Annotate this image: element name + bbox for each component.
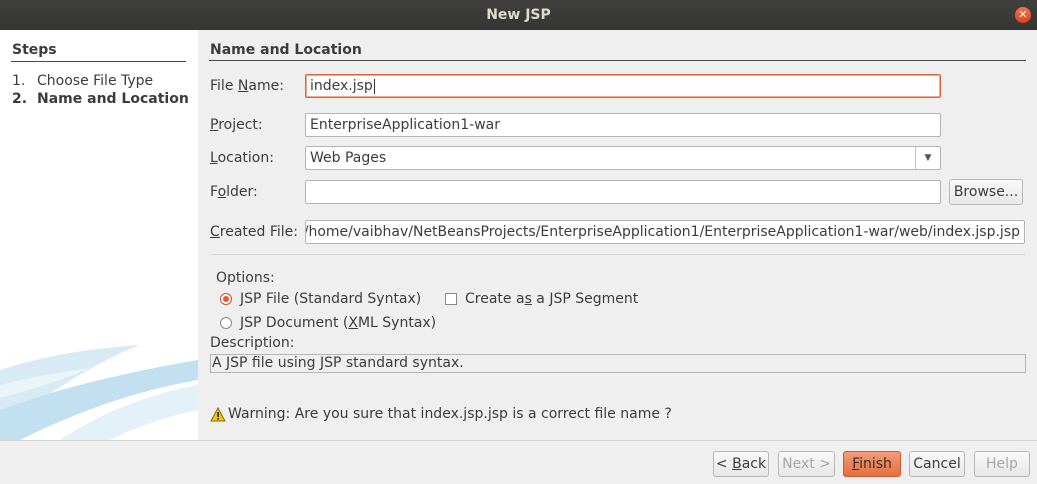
warning-message: Warning: Are you sure that index.jsp.jsp… [210,406,672,422]
radio-selected-icon[interactable] [220,293,232,305]
created-file-field: /home/vaibhav/NetBeansProjects/Enterpris… [305,220,1025,244]
section-divider [209,60,1026,61]
step-number: 2. [12,91,28,107]
step-label: Name and Location [37,91,189,107]
description-label: Description: [210,335,295,351]
steps-panel: Steps 1. Choose File Type 2. Name and Loca… [0,30,198,440]
button-bar: < Back Next > Finish Cancel Help [0,440,1037,484]
step-label: Choose File Type [37,73,154,89]
window-titlebar: New JSP ✕ [0,0,1037,30]
warning-text: Warning: Are you sure that index.jsp.jsp… [228,406,672,422]
file-name-input[interactable]: index.jsp [305,74,941,98]
created-file-label: Created File: [210,224,299,240]
folder-label: Folder: [210,184,258,200]
file-name-value: index.jsp [310,78,373,94]
finish-button[interactable]: Finish [843,451,901,477]
steps-divider [11,61,186,62]
options-label: Options: [216,270,275,286]
jsp-segment-checkbox[interactable]: Create as a JSP Segment [445,291,638,307]
netbeans-swoosh-graphic [0,345,198,440]
next-button[interactable]: Next > [778,451,835,477]
checkbox-icon[interactable] [445,293,457,305]
folder-input[interactable] [305,180,941,204]
close-icon[interactable]: ✕ [1015,7,1031,23]
window-title: New JSP [486,7,551,23]
main-panel: Name and Location File Name: index.jsp P… [198,30,1037,440]
file-name-label: File Name: [210,78,284,94]
help-button[interactable]: Help [974,451,1030,477]
browse-button[interactable]: Browse... [949,179,1023,205]
location-label: Location: [210,150,274,166]
step-number: 1. [12,73,26,89]
jsp-document-radio[interactable]: JSP Document (XML Syntax) [220,315,436,331]
steps-title: Steps [12,42,57,58]
back-button[interactable]: < Back [713,451,769,477]
location-value: Web Pages [310,150,387,166]
project-field: EnterpriseApplication1-war [305,113,941,137]
chevron-down-icon[interactable]: ▼ [915,147,940,169]
cancel-button[interactable]: Cancel [909,451,965,477]
section-title: Name and Location [210,42,362,58]
step-name-and-location: 2. Name and Location [12,91,189,107]
options-separator [210,254,1025,255]
radio-icon[interactable] [220,317,232,329]
location-select[interactable]: Web Pages ▼ [305,146,941,170]
step-choose-file-type: 1. Choose File Type [12,73,153,89]
warning-icon [210,406,226,421]
text-caret [373,78,375,94]
description-box: A JSP file using JSP standard syntax. [210,354,1026,373]
jsp-file-radio[interactable]: JSP File (Standard Syntax) [220,291,421,307]
project-label: Project: [210,117,263,133]
created-file-value: /home/vaibhav/NetBeansProjects/Enterpris… [305,224,1020,240]
